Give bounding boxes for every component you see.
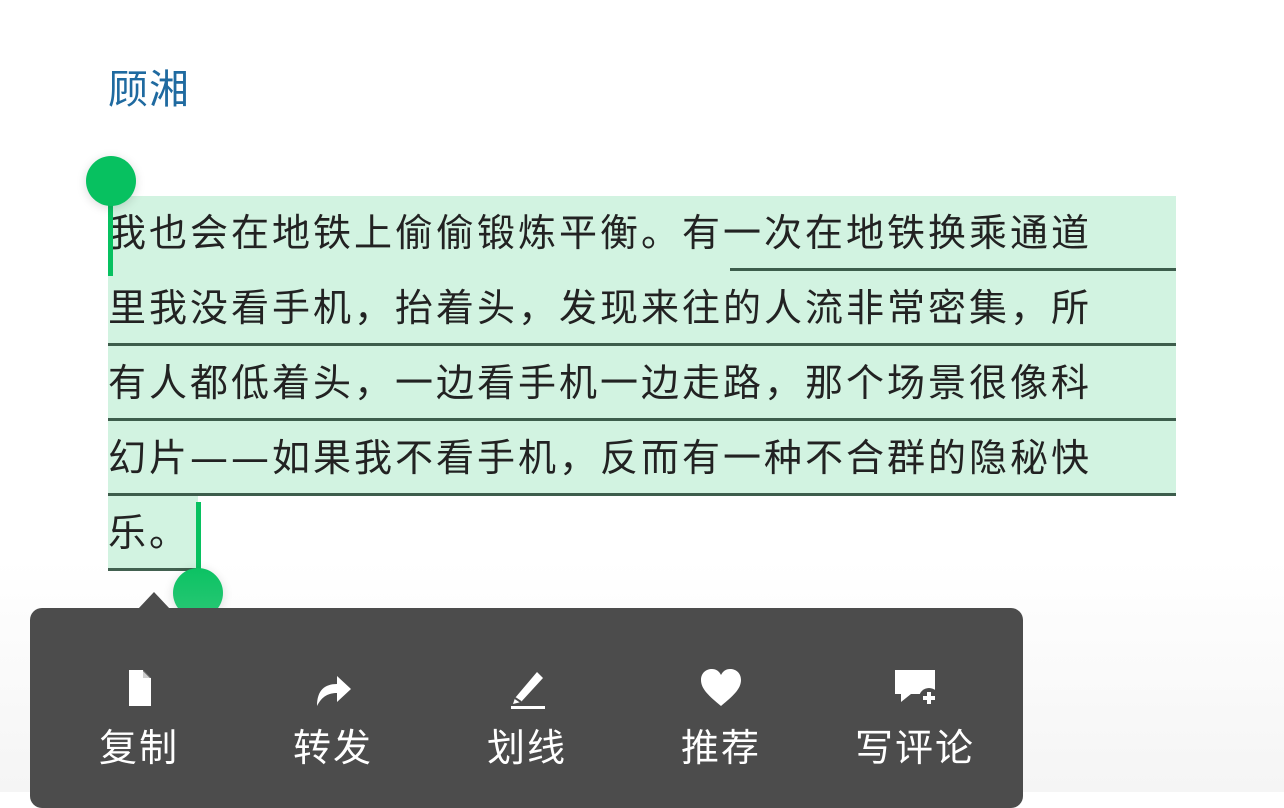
author-name[interactable]: 顾湘 <box>108 62 190 118</box>
pen-icon <box>511 672 545 709</box>
selection-start-handle[interactable] <box>86 156 136 206</box>
forward-label: 转发 <box>292 726 373 770</box>
line-text: 有人都低着头，一边看手机一边走路，那个场景很像科 <box>108 361 1093 405</box>
recommend-label: 推荐 <box>680 726 761 770</box>
file-icon <box>129 670 151 706</box>
selected-paragraph[interactable]: 我也会在地铁上偷偷锻炼平衡。有一次在地铁换乘通道 里我没看手机，抬着头，发现来往… <box>108 196 1176 571</box>
text-line[interactable]: 乐。 <box>108 496 1176 571</box>
comment-add-icon <box>895 670 939 708</box>
line-text: 我也会在地铁上偷偷锻炼平衡。有一次在地铁换乘通道 <box>108 211 1093 255</box>
write-comment-label: 写评论 <box>854 726 975 770</box>
text-line[interactable]: 有人都低着头，一边看手机一边走路，那个场景很像科 <box>108 346 1176 421</box>
line-text: 里我没看手机，抬着头，发现来往的人流非常密集，所 <box>108 286 1093 330</box>
copy-button[interactable]: 复制 <box>42 608 236 792</box>
heart-icon <box>701 669 741 706</box>
recommend-button[interactable]: 推荐 <box>624 608 818 792</box>
copy-label: 复制 <box>98 726 179 770</box>
forward-button[interactable]: 转发 <box>236 608 430 792</box>
underline-label: 划线 <box>486 726 567 770</box>
line-text: 幻片——如果我不看手机，反而有一种不合群的隐秘快 <box>108 436 1093 480</box>
text-line[interactable]: 里我没看手机，抬着头，发现来往的人流非常密集，所 <box>108 271 1176 346</box>
underline-button[interactable]: 划线 <box>430 608 624 792</box>
text-line[interactable]: 幻片——如果我不看手机，反而有一种不合群的隐秘快 <box>108 421 1176 496</box>
selection-action-menu: 复制 转发 划线 推荐 写评论 <box>30 608 1023 808</box>
line-text: 乐。 <box>108 511 191 555</box>
write-comment-button[interactable]: 写评论 <box>818 608 1012 792</box>
menu-pointer <box>138 592 170 609</box>
share-arrow-icon <box>317 676 351 706</box>
text-line[interactable]: 我也会在地铁上偷偷锻炼平衡。有一次在地铁换乘通道 <box>108 196 1176 271</box>
